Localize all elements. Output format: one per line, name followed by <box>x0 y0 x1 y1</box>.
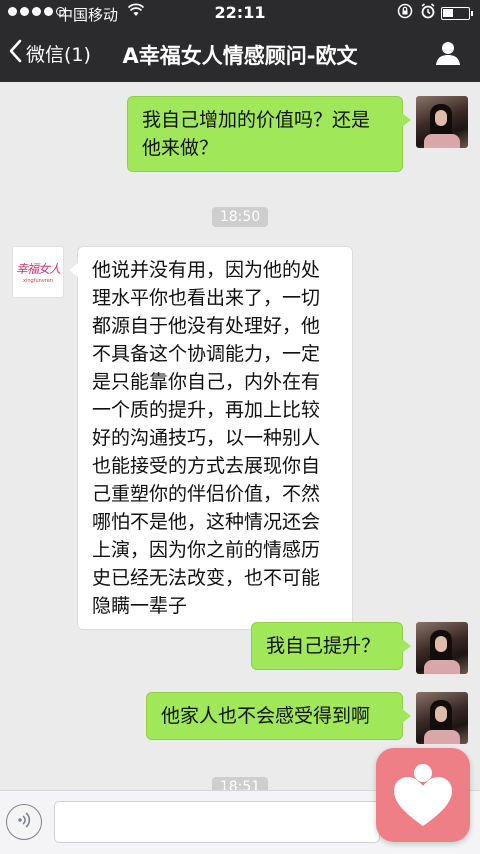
chat-area[interactable]: 我自己增加的价值吗？还是他来做？ 18:50 幸福女人 xingfunvren … <box>0 82 480 790</box>
contact-avatar[interactable]: 幸福女人 xingfunvren <box>12 246 64 298</box>
person-icon[interactable] <box>435 40 461 66</box>
brand-logo: 幸福女人 <box>15 262 61 276</box>
outgoing-message[interactable]: 我自己提升？ <box>251 622 411 670</box>
incoming-message[interactable]: 他说并没有用，因为他的处理水平你也看出来了，一切都源自于他没有处理好，他不具备这… <box>69 246 353 630</box>
timestamp-label: 18:50 <box>211 207 269 227</box>
my-avatar[interactable] <box>416 622 468 674</box>
alarm-icon <box>420 3 436 23</box>
nav-bar: 微信(1) A幸福女人情感顾问-欧文 <box>0 26 480 82</box>
outgoing-message[interactable]: 我自己增加的价值吗？还是他来做？ <box>127 96 411 172</box>
voice-icon <box>14 810 34 834</box>
battery-icon <box>441 7 473 20</box>
outgoing-message[interactable]: 他家人也不会感受得到啊 <box>146 692 411 740</box>
my-avatar[interactable] <box>416 692 468 744</box>
my-avatar[interactable] <box>416 96 468 148</box>
rotation-lock-icon <box>397 3 413 23</box>
status-bar: 中国移动 22:11 <box>0 0 480 26</box>
heart-person-icon <box>376 764 470 846</box>
floating-heart-button[interactable] <box>376 748 470 842</box>
voice-button[interactable] <box>6 804 42 840</box>
chat-title: A幸福女人情感顾问-欧文 <box>122 44 358 68</box>
timestamp-label: 18:51 <box>211 777 269 790</box>
message-timestamp: 18:50 <box>0 206 480 227</box>
brand-logo-sub: xingfunvren <box>23 278 53 284</box>
message-input[interactable] <box>54 801 380 843</box>
